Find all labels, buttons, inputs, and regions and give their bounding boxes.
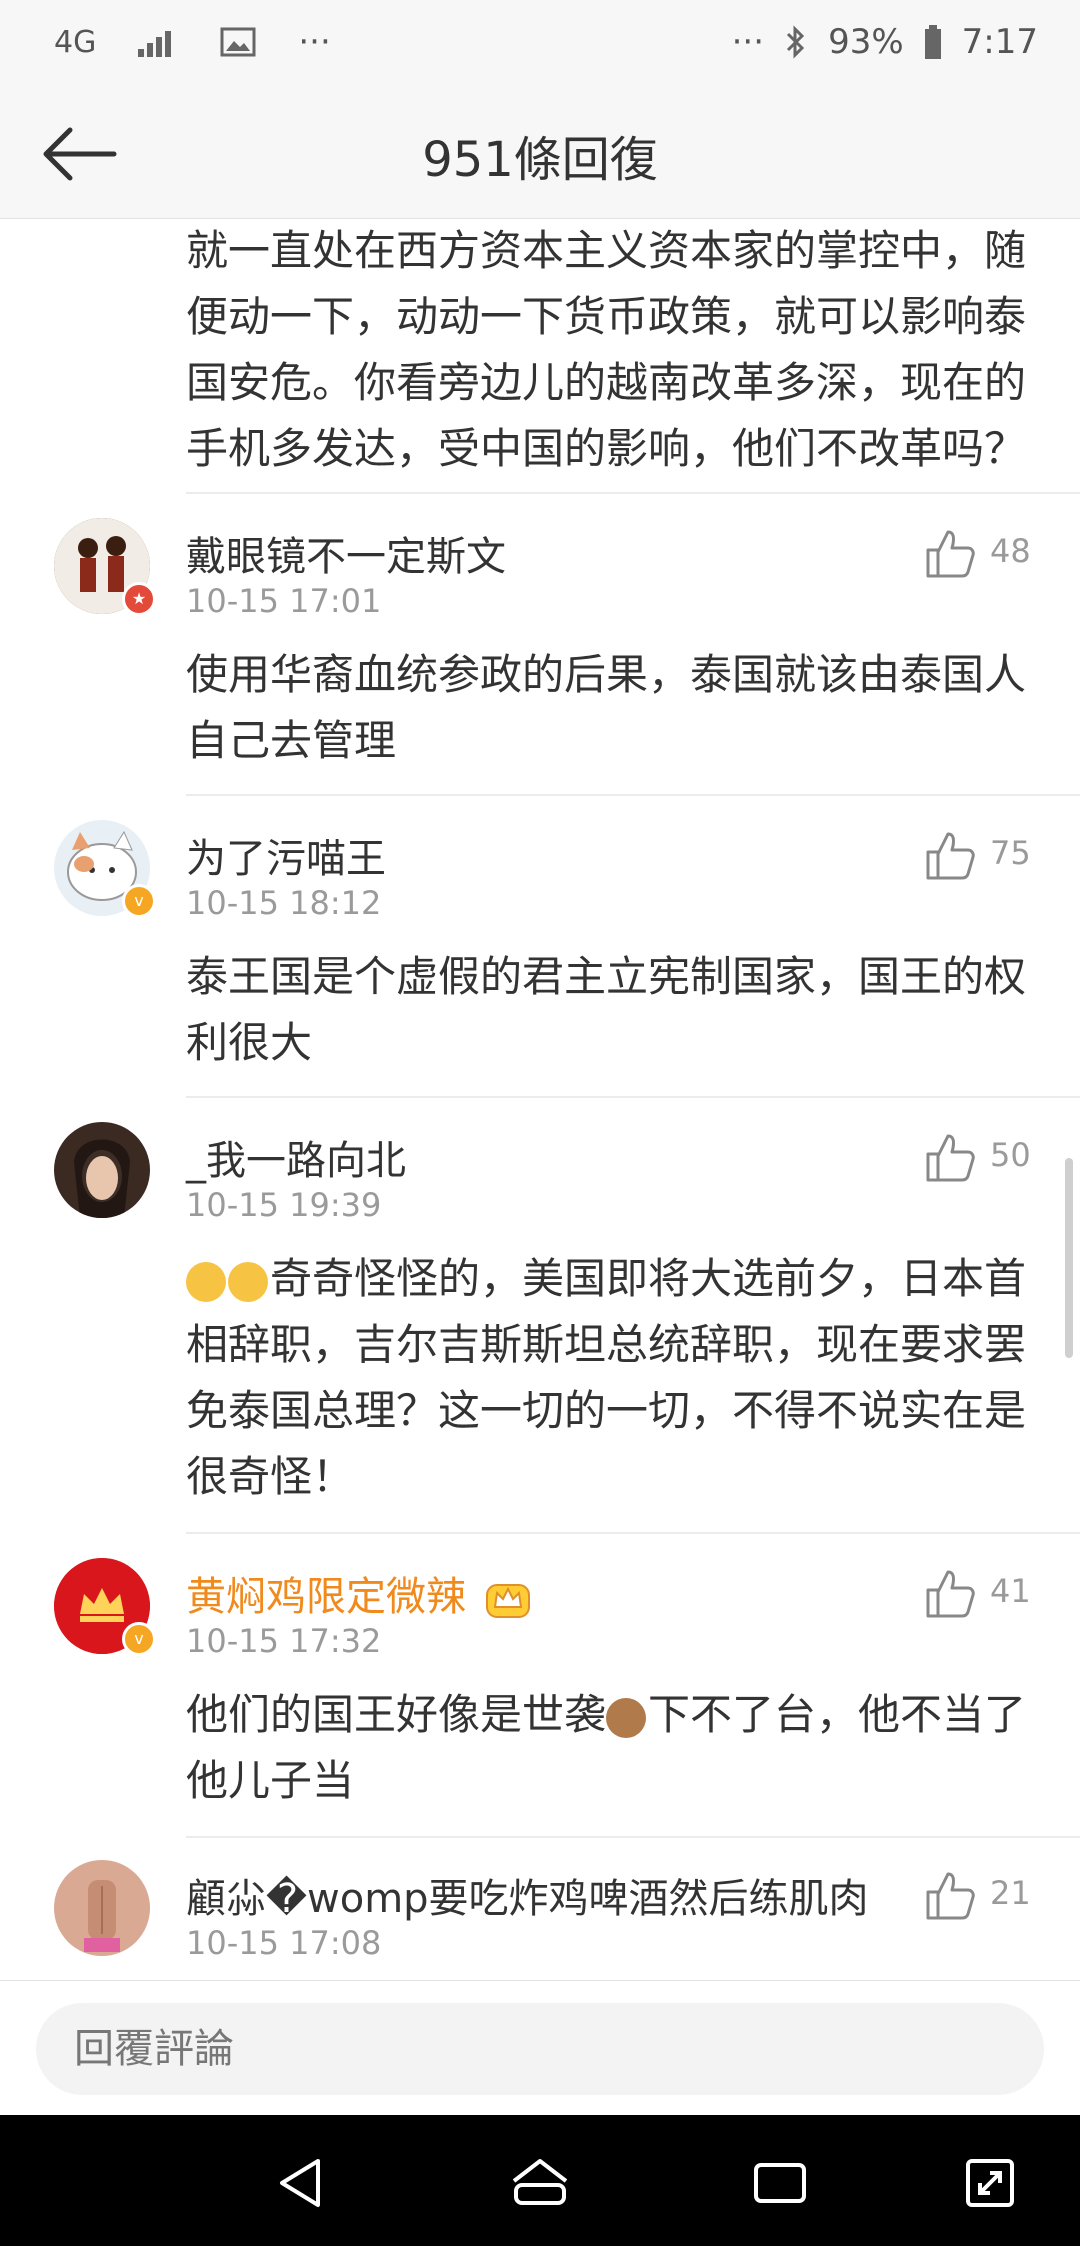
battery-icon [924, 25, 941, 59]
avatar[interactable] [54, 1122, 150, 1218]
thumbs-up-icon[interactable] [920, 1866, 980, 1926]
flushed-emoji-icon [228, 1261, 268, 1302]
top-bar: 951條回復 [0, 90, 1080, 219]
commenter-name[interactable]: 黄焖鸡限定微辣 [186, 1564, 531, 1622]
comment-time: 10-15 19:39 [186, 1186, 382, 1224]
comment-text: 他们的国王好像是世袭 下不了台，他不当了他儿子当 [186, 1682, 1036, 1814]
like-count: 75 [990, 834, 1031, 872]
reply-input[interactable]: 回覆評論 [36, 2003, 1044, 2095]
comment-time: 10-15 18:12 [186, 884, 382, 922]
comment-text: 使用华裔血统参政的后果，泰国就该由泰国人自己去管理 [186, 650, 1027, 765]
commenter-name[interactable]: _我一路向北 [186, 1128, 406, 1186]
like-count: 50 [990, 1136, 1031, 1174]
divider [186, 1532, 1080, 1534]
page-title: 951條回復 [422, 132, 658, 188]
nav-home-icon[interactable] [508, 2151, 572, 2215]
battery-percent: 93% [828, 22, 904, 62]
more-status-right: ··· [731, 22, 765, 62]
thumbs-up-icon[interactable] [920, 524, 980, 584]
status-bar: 4G ··· ··· 93% 7:17 [0, 0, 1080, 90]
avatar-image [54, 1122, 150, 1218]
like-count: 41 [990, 1572, 1031, 1610]
divider [186, 1096, 1080, 1098]
divider [186, 1836, 1080, 1838]
bluetooth-icon [787, 25, 805, 59]
avatar[interactable] [54, 1860, 150, 1956]
signal-icon [138, 31, 172, 57]
comment-text-part: 他们的国王好像是世袭 [186, 1690, 607, 1739]
thumbs-up-icon[interactable] [920, 1564, 980, 1624]
comment-time: 10-15 17:08 [186, 1924, 382, 1962]
commenter-name-text: 黄焖鸡限定微辣 [186, 1574, 466, 1620]
expand-icon[interactable] [958, 2151, 1022, 2215]
commenter-name[interactable]: 戴眼镜不一定斯文 [186, 524, 506, 582]
comment-time: 10-15 17:01 [186, 582, 382, 620]
reply-bar: 回覆評論 [0, 1980, 1080, 2116]
verified-icon: v [122, 884, 156, 918]
image-icon [220, 27, 256, 57]
commenter-name[interactable]: 顧尛�womp要吃炸鸡啤酒然后练肌肉 [186, 1866, 869, 1924]
comment-text: 泰王国是个虚假的君主立宪制国家，国王的权利很大 [186, 952, 1027, 1067]
comment-continuation-text: 就一直处在西方资本主义资本家的掌控中，随便动一下，动动一下货币政策，就可以影响泰… [186, 226, 1027, 473]
more-status-left: ··· [298, 22, 331, 62]
divider [186, 794, 1080, 796]
scrollbar[interactable] [1065, 1158, 1073, 1358]
comment-list[interactable]: 就一直处在西方资本主义资本家的掌控中，随便动一下，动动一下货币政策，就可以影响泰… [0, 218, 1080, 1980]
badge-icon: ★ [122, 582, 156, 616]
nav-back-icon[interactable] [268, 2151, 332, 2215]
network-label: 4G [54, 24, 97, 60]
comment-time: 10-15 17:32 [186, 1622, 382, 1660]
commenter-name[interactable]: 为了污喵王 [186, 826, 386, 884]
like-count: 48 [990, 532, 1031, 570]
comment-text-body: 奇奇怪怪的，美国即将大选前夕，日本首相辞职，吉尔吉斯斯坦总统辞职，现在要求罢免泰… [186, 1254, 1027, 1501]
flushed-emoji-icon [186, 1261, 226, 1302]
divider [186, 492, 1080, 494]
thumbs-up-icon[interactable] [920, 1128, 980, 1188]
clock: 7:17 [961, 22, 1038, 62]
verified-icon: v [122, 1622, 156, 1656]
monkey-emoji-icon [606, 1697, 647, 1738]
comment-text: 奇奇怪怪的，美国即将大选前夕，日本首相辞职，吉尔吉斯斯坦总统辞职，现在要求罢免泰… [186, 1246, 1036, 1510]
vip-crown-icon [485, 1584, 530, 1618]
thumbs-up-icon[interactable] [920, 826, 980, 886]
like-count: 21 [990, 1874, 1031, 1912]
avatar-image [54, 1860, 150, 1956]
system-nav-bar [0, 2115, 1080, 2246]
nav-recents-icon[interactable] [748, 2151, 812, 2215]
